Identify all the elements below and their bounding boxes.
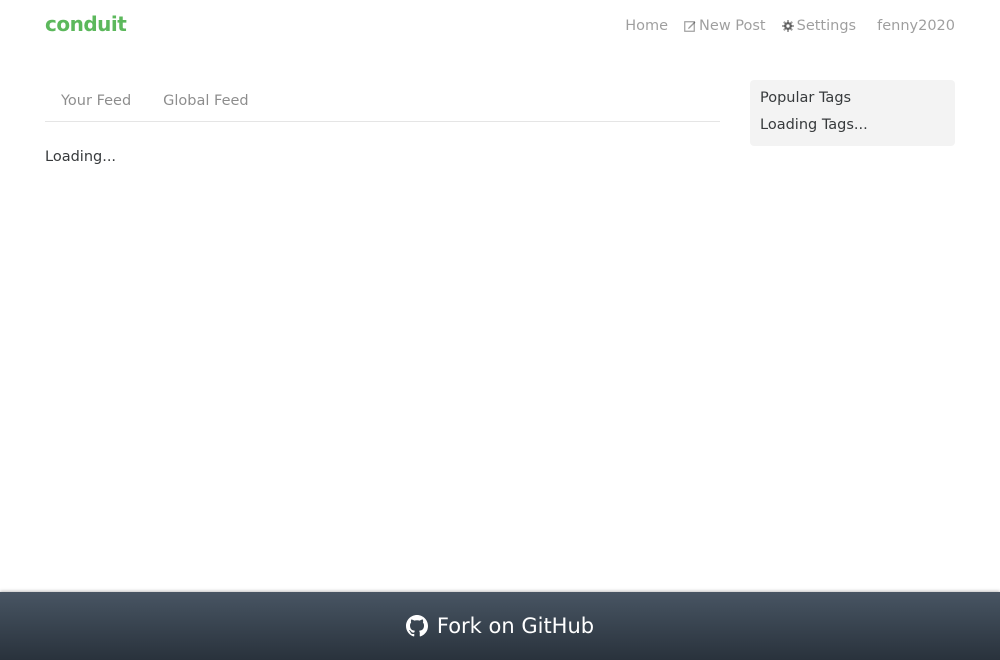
navbar: conduit Home New Post Settings fenny2020 [0, 0, 1000, 56]
edit-icon [684, 20, 696, 32]
fork-on-github-label: Fork on GitHub [436, 614, 595, 638]
popular-tags-title: Popular Tags [760, 90, 852, 106]
nav-home-link[interactable]: Home [625, 18, 668, 34]
nav-home-label: Home [625, 18, 669, 34]
nav-user-profile-link[interactable]: fenny2020 [877, 18, 955, 34]
fork-on-github-banner[interactable]: Fork on GitHub [0, 592, 1000, 660]
brand-logo-link[interactable]: conduit [45, 12, 127, 36]
nav-links: Home New Post Settings fenny2020 [609, 18, 955, 34]
feed-toggle: Your Feed Global Feed [45, 80, 720, 122]
tab-your-feed[interactable]: Your Feed [45, 93, 147, 109]
articles-loading-text: Loading... [45, 149, 117, 165]
tags-loading-text: Loading Tags... [760, 117, 868, 133]
nav-new-post-link[interactable]: New Post [684, 18, 766, 34]
nav-settings-link[interactable]: Settings [781, 18, 857, 34]
nav-new-post-label: New Post [699, 18, 766, 34]
gear-icon [781, 20, 794, 32]
github-icon [405, 615, 428, 637]
tab-global-feed[interactable]: Global Feed [147, 93, 264, 109]
popular-tags-sidebar: Popular Tags Loading Tags... [750, 80, 955, 146]
nav-username-label: fenny2020 [877, 18, 955, 34]
nav-settings-label: Settings [796, 18, 857, 34]
